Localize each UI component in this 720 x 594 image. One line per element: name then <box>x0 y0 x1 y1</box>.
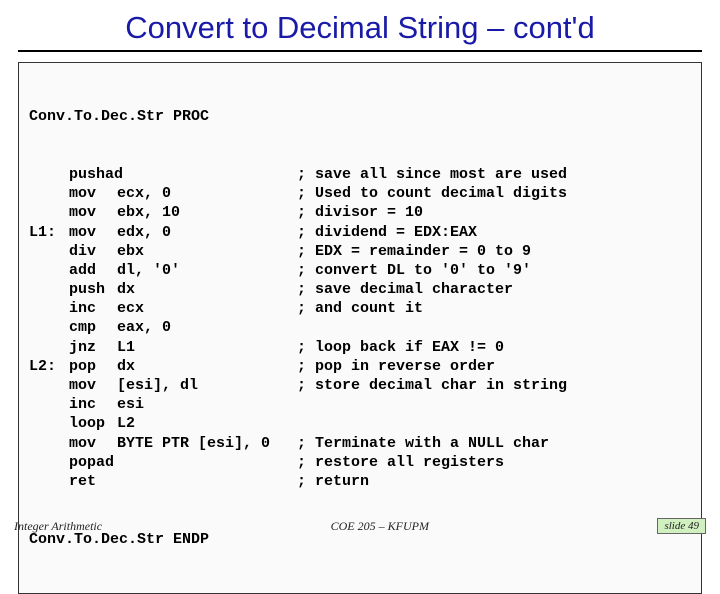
code-label <box>29 414 69 433</box>
code-comment: ; pop in reverse order <box>297 357 495 376</box>
code-operands: L1 <box>117 338 297 357</box>
code-opcode: add <box>69 261 117 280</box>
code-label <box>29 434 69 453</box>
code-operands <box>117 472 297 491</box>
code-label <box>29 165 69 184</box>
code-line: mov[esi], dl; store decimal char in stri… <box>29 376 691 395</box>
code-operands: eax, 0 <box>117 318 297 337</box>
code-line: loopL2 <box>29 414 691 433</box>
footer-center: COE 205 – KFUPM <box>331 519 429 534</box>
code-operands: ebx, 10 <box>117 203 297 222</box>
code-line: ret ; return <box>29 472 691 491</box>
code-opcode: inc <box>69 299 117 318</box>
code-comment: ; dividend = EDX:EAX <box>297 223 477 242</box>
code-label <box>29 395 69 414</box>
code-operands: dx <box>117 280 297 299</box>
code-operands: BYTE PTR [esi], 0 <box>117 434 297 453</box>
code-comment: ; EDX = remainder = 0 to 9 <box>297 242 531 261</box>
code-label <box>29 338 69 357</box>
code-label <box>29 318 69 337</box>
code-opcode: cmp <box>69 318 117 337</box>
code-comment: ; Used to count decimal digits <box>297 184 567 203</box>
proc-start: Conv.To.Dec.Str PROC <box>29 107 691 126</box>
code-label <box>29 453 69 472</box>
code-operands: ebx <box>117 242 297 261</box>
code-operands: dl, '0' <box>117 261 297 280</box>
code-line: movebx, 10; divisor = 10 <box>29 203 691 222</box>
footer: Integer Arithmetic COE 205 – KFUPM slide… <box>0 518 720 534</box>
code-label <box>29 472 69 491</box>
code-line: pushdx; save decimal character <box>29 280 691 299</box>
code-opcode: push <box>69 280 117 299</box>
code-line: jnzL1; loop back if EAX != 0 <box>29 338 691 357</box>
code-opcode: mov <box>69 223 117 242</box>
code-line: movecx, 0; Used to count decimal digits <box>29 184 691 203</box>
code-comment: ; convert DL to '0' to '9' <box>297 261 531 280</box>
code-comment: ; divisor = 10 <box>297 203 423 222</box>
code-opcode: mov <box>69 376 117 395</box>
code-label: L1: <box>29 223 69 242</box>
code-operands: L2 <box>117 414 297 433</box>
code-opcode: pop <box>69 357 117 376</box>
code-label <box>29 299 69 318</box>
code-line: adddl, '0'; convert DL to '0' to '9' <box>29 261 691 280</box>
code-line: incecx; and count it <box>29 299 691 318</box>
code-opcode: pushad <box>69 165 117 184</box>
code-line: incesi <box>29 395 691 414</box>
code-opcode: jnz <box>69 338 117 357</box>
slide: Convert to Decimal String – cont'd Conv.… <box>0 0 720 540</box>
code-opcode: mov <box>69 203 117 222</box>
code-operands: dx <box>117 357 297 376</box>
code-label <box>29 203 69 222</box>
code-opcode: mov <box>69 434 117 453</box>
code-operands: esi <box>117 395 297 414</box>
code-line: pushad ; save all since most are used <box>29 165 691 184</box>
code-comment: ; and count it <box>297 299 423 318</box>
code-opcode: div <box>69 242 117 261</box>
code-opcode: loop <box>69 414 117 433</box>
code-operands <box>117 453 297 472</box>
code-opcode: popad <box>69 453 117 472</box>
code-line: L1:movedx, 0; dividend = EDX:EAX <box>29 223 691 242</box>
code-line: cmpeax, 0 <box>29 318 691 337</box>
code-opcode: ret <box>69 472 117 491</box>
code-line: movBYTE PTR [esi], 0; Terminate with a N… <box>29 434 691 453</box>
code-line: divebx; EDX = remainder = 0 to 9 <box>29 242 691 261</box>
slide-title: Convert to Decimal String – cont'd <box>18 8 702 52</box>
code-line: popad ; restore all registers <box>29 453 691 472</box>
code-block: Conv.To.Dec.Str PROC pushad ; save all si… <box>18 62 702 594</box>
code-operands <box>117 165 297 184</box>
code-comment: ; Terminate with a NULL char <box>297 434 549 453</box>
code-label <box>29 242 69 261</box>
code-line: L2:popdx; pop in reverse order <box>29 357 691 376</box>
code-label <box>29 184 69 203</box>
code-comment: ; store decimal char in string <box>297 376 567 395</box>
code-label: L2: <box>29 357 69 376</box>
code-operands: [esi], dl <box>117 376 297 395</box>
code-opcode: mov <box>69 184 117 203</box>
code-comment: ; restore all registers <box>297 453 504 472</box>
code-operands: ecx <box>117 299 297 318</box>
code-operands: edx, 0 <box>117 223 297 242</box>
code-operands: ecx, 0 <box>117 184 297 203</box>
code-label <box>29 261 69 280</box>
code-comment: ; save all since most are used <box>297 165 567 184</box>
code-opcode: inc <box>69 395 117 414</box>
code-comment: ; return <box>297 472 369 491</box>
code-label <box>29 376 69 395</box>
code-label <box>29 280 69 299</box>
code-comment: ; save decimal character <box>297 280 513 299</box>
code-comment: ; loop back if EAX != 0 <box>297 338 504 357</box>
footer-left: Integer Arithmetic <box>14 519 102 534</box>
footer-right: slide 49 <box>657 518 706 534</box>
